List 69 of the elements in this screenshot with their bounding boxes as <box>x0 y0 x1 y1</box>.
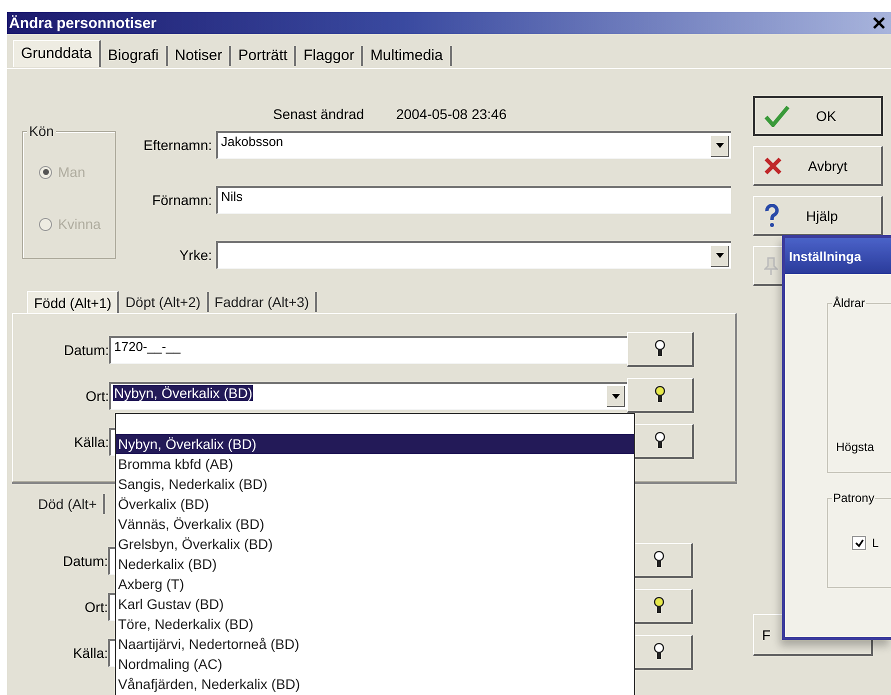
lightbulb-icon <box>653 550 665 570</box>
combo-box[interactable] <box>216 241 731 269</box>
window-title: Ändra personnotiser <box>9 14 157 32</box>
tab[interactable]: Multimedia <box>363 46 452 66</box>
tab[interactable]: Notiser <box>168 46 232 66</box>
combo-box[interactable]: Nybyn, Överkalix (BD) <box>109 382 627 410</box>
source-button[interactable] <box>627 378 694 413</box>
checkmark-icon <box>764 104 790 126</box>
list-item[interactable]: Vännäs, Överkalix (BD) <box>116 514 634 534</box>
checkmark-icon <box>854 538 864 548</box>
setting-label: Högsta <box>836 440 876 454</box>
close-icon[interactable] <box>873 17 885 29</box>
lightbulb-icon <box>654 385 666 405</box>
list-item[interactable]: Överkalix (BD) <box>116 494 634 514</box>
list-item[interactable]: Karl Gustav (BD) <box>116 594 634 614</box>
group-title: Kön <box>27 123 56 139</box>
field-label: Datum: <box>62 342 109 358</box>
dropdown-button[interactable] <box>711 246 729 266</box>
caret-icon <box>716 143 724 148</box>
lightbulb-icon <box>653 596 665 616</box>
field-label: Datum: <box>62 552 108 568</box>
dialog-button[interactable]: OK <box>753 96 883 136</box>
list-item[interactable]: Axberg (T) <box>116 574 634 594</box>
list-item[interactable]: Töre, Nederkalix (BD) <box>116 614 634 634</box>
last-changed-label: Senast ändrad <box>273 106 364 122</box>
tab[interactable]: Faddrar (Alt+3) <box>208 292 318 312</box>
lightbulb-icon <box>653 642 665 662</box>
tab[interactable]: Döpt (Alt+2) <box>119 292 209 312</box>
field-label: Källa: <box>72 644 108 660</box>
list-item[interactable]: Nybyn, Överkalix (BD) <box>116 434 634 454</box>
dialog-button[interactable]: Hjälp <box>753 196 883 236</box>
list-item[interactable]: Naartijärvi, Nedertorneå (BD) <box>116 634 634 654</box>
tab[interactable]: Biografi <box>100 46 168 66</box>
list-item[interactable]: Nordmaling (AC) <box>116 654 634 674</box>
field-label: Ort: <box>84 388 109 404</box>
window-title: Inställninga <box>789 248 862 264</box>
list-item[interactable]: Vånafjärden, Nederkalix (BD) <box>116 674 634 694</box>
dialog-button[interactable]: Avbryt <box>753 146 883 186</box>
input-field[interactable]: 1720-__-__ <box>109 336 627 364</box>
dropdown-button[interactable] <box>711 136 729 156</box>
checkbox[interactable]: L <box>836 536 891 550</box>
close-icon <box>764 156 782 174</box>
group-title: Patrony <box>832 491 876 505</box>
tab[interactable]: Porträtt <box>231 46 296 66</box>
field-label: Efternamn: <box>142 137 212 153</box>
source-button[interactable] <box>627 332 694 367</box>
input-field[interactable]: Nils <box>216 186 731 214</box>
list-item[interactable]: Grelsbyn, Överkalix (BD) <box>116 534 634 554</box>
caret-icon <box>612 394 620 398</box>
field-label: Källa: <box>72 434 109 450</box>
list-item[interactable]: Sangis, Nederkalix (BD) <box>116 474 634 494</box>
question-mark-icon <box>764 204 780 228</box>
combo-box[interactable]: Jakobsson <box>216 131 731 159</box>
dropdown-button[interactable] <box>607 386 625 407</box>
tab[interactable]: Född (Alt+1) <box>27 290 120 314</box>
list-item[interactable]: Nederkalix (BD) <box>116 554 634 574</box>
caret-icon <box>716 253 724 258</box>
lightbulb-icon <box>654 339 666 359</box>
field-label: Yrke: <box>178 247 212 263</box>
tab[interactable]: Grunddata <box>13 40 101 66</box>
tab[interactable]: Flaggor <box>296 46 364 66</box>
field-label: Förnamn: <box>151 192 212 208</box>
last-changed-value: 2004-05-08 23:46 <box>396 106 507 122</box>
tab[interactable]: Död (Alt+ <box>32 494 105 514</box>
pin-icon <box>764 256 778 276</box>
lightbulb-icon <box>654 431 666 451</box>
list-item[interactable]: Bromma kbfd (AB) <box>116 454 634 474</box>
group-title: Åldrar <box>832 296 866 310</box>
field-label: Ort: <box>84 598 108 614</box>
